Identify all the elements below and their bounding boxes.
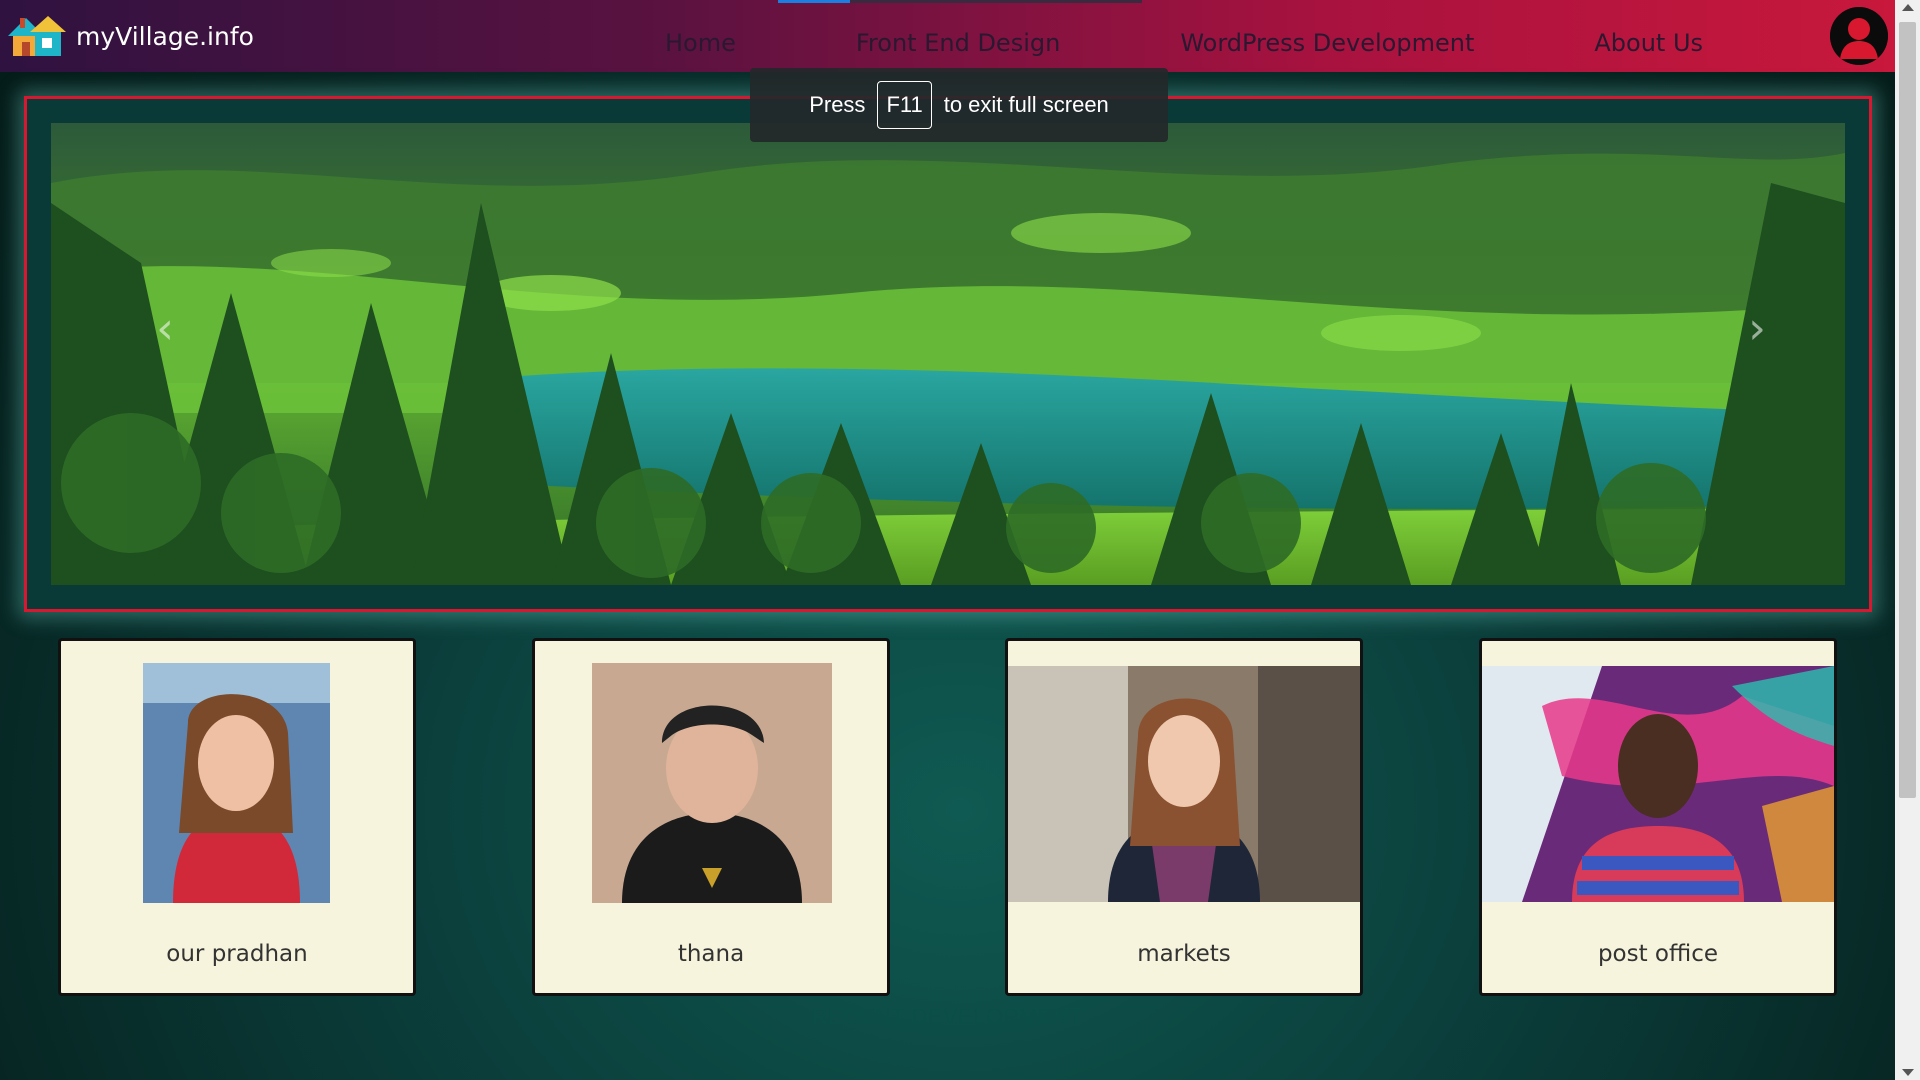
card-post-office[interactable]: post office — [1479, 638, 1837, 996]
scroll-up-arrow-icon[interactable] — [1902, 4, 1914, 11]
scroll-thumb[interactable] — [1899, 22, 1916, 798]
user-avatar-icon[interactable] — [1830, 7, 1888, 65]
hero-carousel: ‹ › — [24, 96, 1872, 612]
nav-link-front-end-design[interactable]: Front End Design — [856, 15, 1060, 57]
brand-name: myVillage.info — [76, 21, 254, 51]
section-heading-recent-development: RECENT DEVELOPMENT — [811, 1004, 1084, 1029]
house-logo-icon — [4, 10, 70, 62]
portrait-woman-scarf-street — [1008, 666, 1360, 902]
fullscreen-tip-press: Press — [809, 92, 866, 117]
portrait-woman-red-hoodie — [143, 663, 330, 903]
card-our-pradhan[interactable]: our pradhan — [58, 638, 416, 996]
page-scrollbar[interactable] — [1895, 0, 1920, 1080]
card-label: post office — [1597, 941, 1719, 967]
brand[interactable]: myVillage.info — [4, 0, 254, 72]
portrait-man-black-cap — [592, 663, 832, 903]
carousel-slide-image — [51, 123, 1845, 585]
fullscreen-tip-key: F11 — [877, 81, 932, 129]
fullscreen-tip-rest: to exit full screen — [943, 92, 1109, 117]
portrait-man-graffiti-wall — [1482, 666, 1834, 902]
card-label: thana — [677, 941, 745, 967]
scroll-down-arrow-icon[interactable] — [1902, 1069, 1914, 1076]
nav-link-about-us[interactable]: About Us — [1594, 15, 1703, 57]
nav-menu: Home Front End Design WordPress Developm… — [665, 0, 1823, 72]
nav-link-wordpress-development[interactable]: WordPress Development — [1180, 15, 1474, 57]
chevron-right-icon[interactable]: › — [1737, 307, 1777, 351]
top-navbar: myVillage.info Home Front End Design Wor… — [0, 0, 1895, 72]
card-markets[interactable]: markets — [1005, 638, 1363, 996]
card-label: markets — [1137, 941, 1231, 967]
card-label: our pradhan — [166, 941, 308, 967]
card-thana[interactable]: thana — [532, 638, 890, 996]
nav-link-home[interactable]: Home — [665, 15, 736, 57]
chevron-left-icon[interactable]: ‹ — [145, 307, 185, 351]
fullscreen-tooltip: Press F11 to exit full screen — [750, 68, 1168, 142]
